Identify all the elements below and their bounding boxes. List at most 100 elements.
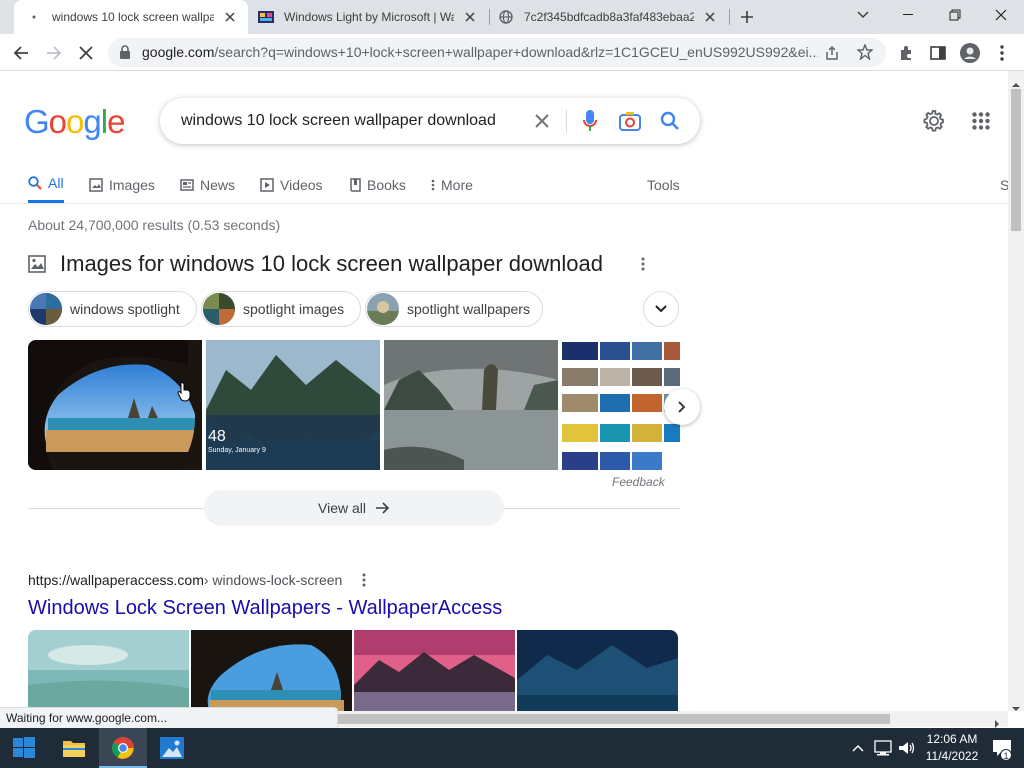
extensions-puzzle-icon[interactable] — [892, 39, 920, 67]
google-logo[interactable]: Google — [24, 103, 125, 141]
loading-icon — [26, 9, 42, 25]
url-path: /search?q=windows+10+lock+screen+wallpap… — [214, 44, 818, 60]
result-thumb-cave[interactable] — [191, 630, 352, 711]
chip-spotlight-wallpapers[interactable]: spotlight wallpapers — [365, 291, 543, 327]
close-tab-icon[interactable] — [462, 9, 478, 25]
result-thumb-sky[interactable] — [28, 630, 189, 711]
back-button[interactable] — [7, 39, 35, 67]
tab-videos[interactable]: Videos — [260, 166, 323, 203]
browser-tab-active[interactable]: windows 10 lock screen wallpaper downloa… — [14, 0, 248, 34]
images-more-options-icon[interactable] — [641, 257, 645, 276]
tab-title: windows 10 lock screen wallpaper downloa… — [52, 10, 214, 24]
horizontal-scrollbar[interactable] — [338, 711, 1008, 728]
restore-button[interactable] — [932, 0, 978, 30]
bookmark-star-icon[interactable] — [856, 43, 874, 65]
photos-icon — [160, 737, 184, 759]
result-thumb-night-lake[interactable] — [517, 630, 678, 711]
windows-taskbar: 12:06 AM 11/4/2022 1 — [0, 728, 1024, 768]
close-tab-icon[interactable] — [702, 9, 718, 25]
forward-button[interactable] — [40, 39, 68, 67]
safesearch-label: S — [1000, 176, 1008, 193]
mouse-cursor-hand-icon — [177, 382, 191, 407]
tray-overflow-chevron-icon[interactable] — [848, 728, 868, 768]
chrome-icon — [112, 737, 134, 759]
tab-all[interactable]: All — [28, 166, 64, 203]
browser-tab[interactable]: 7c2f345bdfcadb8a3faf483ebaa2e — [490, 0, 728, 34]
result-path: › windows-lock-screen — [203, 572, 343, 588]
tab-label: News — [200, 176, 236, 193]
network-icon[interactable] — [872, 728, 894, 768]
result-title-link[interactable]: Windows Lock Screen Wallpapers - Wallpap… — [28, 597, 502, 620]
notifications-icon[interactable]: 1 — [990, 728, 1014, 768]
feedback-link[interactable]: Feedback — [612, 475, 665, 489]
taskbar-chrome[interactable] — [99, 728, 147, 768]
result-thumb-mountains-sunset[interactable] — [354, 630, 515, 711]
lock-icon[interactable] — [119, 45, 131, 64]
search-divider — [566, 109, 567, 133]
tab-search-button[interactable] — [840, 0, 886, 30]
start-button[interactable] — [0, 728, 48, 768]
tab-news[interactable]: News — [180, 166, 235, 203]
more-vert-icon — [431, 179, 435, 191]
taskbar-photos[interactable] — [148, 728, 196, 768]
chip-label: spotlight images — [243, 301, 345, 317]
close-window-button[interactable] — [978, 0, 1024, 30]
new-tab-button[interactable] — [724, 2, 770, 32]
search-box[interactable]: windows 10 lock screen wallpaper downloa… — [160, 98, 700, 144]
close-tab-icon[interactable] — [222, 9, 238, 25]
browser-status-bar: Waiting for www.google.com... — [0, 707, 338, 728]
image-result-rock-island[interactable] — [384, 340, 558, 470]
image-result-collage[interactable] — [562, 340, 680, 470]
search-submit-icon[interactable] — [658, 109, 682, 133]
vertical-scroll-thumb[interactable] — [1011, 89, 1021, 231]
share-icon[interactable] — [824, 45, 840, 66]
expand-chips-button[interactable] — [643, 291, 679, 327]
horizontal-scroll-thumb[interactable] — [338, 714, 890, 724]
result-options-icon[interactable] — [362, 573, 366, 587]
minimize-button[interactable] — [886, 0, 932, 30]
book-icon — [349, 177, 361, 192]
chip-thumbnail — [30, 293, 62, 325]
tab-books[interactable]: Books — [349, 166, 406, 203]
browser-tab[interactable]: Windows Light by Microsoft | Wallpapers — [250, 0, 488, 34]
result-cite[interactable]: https://wallpaperaccess.com › windows-lo… — [28, 572, 366, 588]
safesearch-button[interactable]: S — [1000, 166, 1008, 203]
news-icon — [180, 178, 194, 191]
tab-strip: windows 10 lock screen wallpaper downloa… — [0, 0, 1024, 34]
tab-images[interactable]: Images — [89, 166, 155, 203]
taskbar-file-explorer[interactable] — [50, 728, 98, 768]
vertical-scrollbar[interactable] — [1008, 71, 1024, 711]
url-text[interactable]: google.com/search?q=windows+10+lock+scre… — [142, 38, 818, 67]
chrome-menu-icon[interactable] — [988, 39, 1016, 67]
google-apps-grid-icon[interactable] — [972, 112, 990, 135]
tools-button[interactable]: Tools — [647, 166, 680, 203]
chip-thumbnail — [203, 293, 235, 325]
images-section-header: Images for windows 10 lock screen wallpa… — [28, 251, 603, 277]
chip-spotlight-images[interactable]: spotlight images — [201, 291, 362, 327]
lockscreen-date: Sunday, January 9 — [208, 447, 266, 454]
image-result-lake-mountains[interactable]: 48 Sunday, January 9 — [206, 340, 380, 470]
tab-label: All — [48, 175, 64, 191]
google-lens-camera-icon[interactable] — [618, 109, 642, 133]
view-all-images-button[interactable]: View all — [204, 490, 504, 526]
google-search-page: Google windows 10 lock screen wallpaper … — [0, 71, 1008, 711]
clear-search-icon[interactable] — [530, 109, 554, 133]
chip-windows-spotlight[interactable]: windows spotlight — [28, 291, 197, 327]
notification-count-badge: 1 — [1000, 749, 1012, 761]
search-input[interactable]: windows 10 lock screen wallpaper downloa… — [181, 98, 496, 144]
voice-search-mic-icon[interactable] — [578, 109, 602, 133]
stop-loading-button[interactable] — [72, 39, 100, 67]
volume-icon[interactable] — [896, 728, 918, 768]
next-images-button[interactable] — [664, 389, 700, 425]
view-all-label: View all — [318, 500, 366, 516]
images-heading[interactable]: Images for windows 10 lock screen wallpa… — [60, 251, 603, 277]
settings-gear-icon[interactable] — [922, 109, 946, 138]
tab-more[interactable]: More — [431, 166, 473, 203]
system-clock[interactable]: 12:06 AM 11/4/2022 — [916, 731, 988, 765]
scroll-down-arrow-icon[interactable] — [1012, 699, 1020, 717]
side-panel-icon[interactable] — [924, 39, 952, 67]
tab-label: Books — [367, 176, 406, 193]
address-bar[interactable]: google.com/search?q=windows+10+lock+scre… — [108, 38, 886, 67]
profile-avatar-icon[interactable] — [956, 39, 984, 67]
image-result-cave-beach[interactable] — [28, 340, 202, 470]
